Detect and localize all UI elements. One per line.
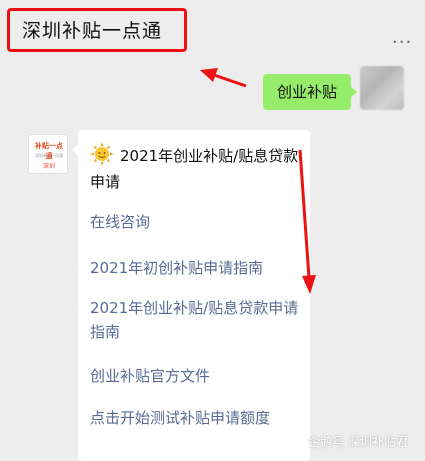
headline-text: 2021年创业补贴/贴息贷款申请 xyxy=(90,147,299,191)
penguin-icon xyxy=(293,435,303,447)
link-online-consult[interactable]: 在线咨询 xyxy=(90,210,302,234)
watermark-text: 企鹅号 深圳补贴君 xyxy=(308,435,408,449)
sun-icon xyxy=(90,142,114,166)
received-message-bubble: 2021年创业补贴/贴息贷款申请 在线咨询 2021年初创补贴申请指南 2021… xyxy=(72,130,310,461)
link-startup-subsidy-guide[interactable]: 2021年初创补贴申请指南 xyxy=(90,256,302,280)
official-account-avatar[interactable]: 补贴一点通 深圳补贴一点通 深圳 xyxy=(28,134,68,174)
sent-message-bubble[interactable]: 创业补贴 xyxy=(263,74,357,110)
watermark: 企鹅号 深圳补贴君 xyxy=(292,433,408,450)
message-headline: 2021年创业补贴/贴息贷款申请 xyxy=(90,142,300,195)
user-avatar[interactable] xyxy=(360,66,404,110)
link-loan-subsidy-guide[interactable]: 2021年创业补贴/贴息贷款申请指南 xyxy=(90,296,302,344)
arrow-to-title xyxy=(200,68,247,88)
avatar-logo-line2: 深圳补贴一点通 xyxy=(35,153,63,158)
chat-title[interactable]: 深圳补贴一点通 xyxy=(22,16,162,43)
sent-message-text: 创业补贴 xyxy=(276,83,337,101)
more-options-icon[interactable]: ... xyxy=(392,27,412,48)
avatar-logo-line3: 深圳 xyxy=(42,163,55,170)
link-official-documents[interactable]: 创业补贴官方文件 xyxy=(90,364,302,388)
link-test-subsidy-amount[interactable]: 点击开始测试补贴申请额度 xyxy=(90,406,302,430)
chat-header: 深圳补贴一点通 ... xyxy=(0,0,425,58)
